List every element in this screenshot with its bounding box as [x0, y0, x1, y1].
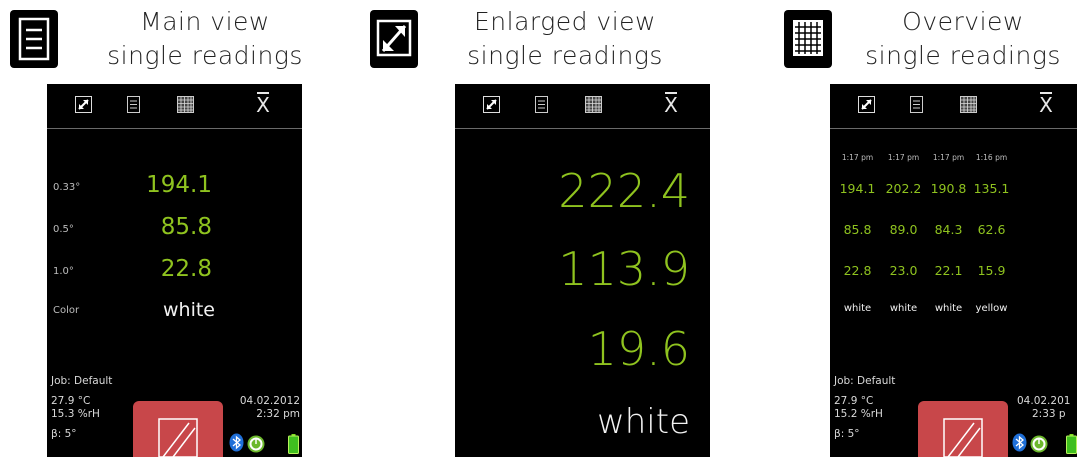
- enlarge-view-icon: [370, 10, 418, 68]
- list-view-icon[interactable]: [908, 96, 925, 113]
- panel-caption: Overview single readings: [848, 5, 1077, 73]
- beta-angle: β: 5°: [834, 428, 860, 440]
- battery-icon: [288, 434, 299, 454]
- overview-value: 194.1: [839, 181, 876, 196]
- job-label: Job: Default: [51, 375, 113, 387]
- caption-line-1: Enlarged view: [473, 7, 656, 36]
- mean-value-icon[interactable]: X: [661, 92, 681, 116]
- caption-line-2: single readings: [865, 41, 1061, 70]
- overview-value: 202.2: [885, 181, 922, 196]
- bluetooth-icon: [1012, 433, 1027, 452]
- overview-value: 22.1: [934, 263, 963, 278]
- time: 2:33 p: [1032, 408, 1066, 420]
- enlarged-reading: 222.4: [558, 164, 690, 218]
- list-view-icon[interactable]: [533, 96, 550, 113]
- caption-line-1: Overview: [902, 7, 1024, 36]
- overview-color: white: [843, 303, 872, 314]
- brand-logo[interactable]: [133, 401, 223, 457]
- reading-value: 22.8: [160, 256, 212, 282]
- grid-view-icon[interactable]: [177, 96, 194, 113]
- caption-line-2: single readings: [467, 41, 663, 70]
- grid-view-icon: [784, 10, 832, 68]
- reading-value: 85.8: [160, 214, 212, 240]
- date: 04.02.2012: [239, 395, 300, 407]
- enlarged-reading: 113.9: [558, 242, 690, 296]
- main-view-panel: Main view single readings X 0.33° 194.1 …: [0, 0, 340, 457]
- reading-value: 194.1: [146, 172, 212, 198]
- brand-logo[interactable]: [918, 401, 1008, 457]
- toolbar-divider: [455, 128, 710, 129]
- enlarged-reading: 19.6: [587, 322, 690, 376]
- battery-icon: [1066, 434, 1077, 454]
- enlarge-view-icon[interactable]: [858, 96, 875, 113]
- job-label: Job: Default: [834, 375, 896, 387]
- overview-color: white: [934, 303, 963, 314]
- overview-value: 135.1: [973, 181, 1010, 196]
- overview-value: 190.8: [930, 181, 967, 196]
- overview-value: 84.3: [934, 222, 963, 237]
- device-screen: X 1:17 pm 194.1 85.8 22.8 white 1:17 pm …: [830, 84, 1077, 457]
- column-time: 1:17 pm: [932, 153, 965, 162]
- toolbar: X: [455, 84, 710, 128]
- enlarge-view-icon[interactable]: [483, 96, 500, 113]
- column-time: 1:17 pm: [841, 153, 874, 162]
- overview-value: 15.9: [977, 263, 1006, 278]
- beta-angle: β: 5°: [51, 428, 77, 440]
- grid-view-icon[interactable]: [960, 96, 977, 113]
- reading-label: 1.0°: [53, 266, 74, 277]
- enlarged-color: white: [596, 402, 690, 442]
- panel-caption: Main view single readings: [70, 5, 340, 73]
- overview-value: 62.6: [977, 222, 1006, 237]
- overview-color: white: [889, 303, 918, 314]
- reading-label: 0.5°: [53, 224, 74, 235]
- toolbar: X: [47, 84, 302, 128]
- list-view-icon[interactable]: [125, 96, 142, 113]
- caption-line-2: single readings: [107, 41, 303, 70]
- mean-value-icon[interactable]: X: [1036, 92, 1056, 116]
- toolbar: X: [830, 84, 1077, 128]
- toolbar-divider: [47, 128, 302, 129]
- list-view-icon: [10, 10, 58, 68]
- color-label: Color: [53, 305, 80, 316]
- overview-value: 23.0: [889, 263, 918, 278]
- device-screen: X 222.4 113.9 19.6 white: [455, 84, 710, 457]
- caption-line-1: Main view: [140, 7, 270, 36]
- bluetooth-icon: [229, 433, 244, 452]
- panel-caption: Enlarged view single readings: [430, 5, 700, 73]
- enlarged-view-panel: Enlarged view single readings X 222.4 11…: [368, 0, 710, 457]
- mean-value-icon[interactable]: X: [253, 92, 273, 116]
- overview-value: 22.8: [843, 263, 872, 278]
- enlarge-view-icon[interactable]: [75, 96, 92, 113]
- column-time: 1:17 pm: [887, 153, 920, 162]
- overview-value: 89.0: [889, 222, 918, 237]
- overview-color: yellow: [975, 303, 1008, 314]
- reading-label: 0.33°: [53, 182, 81, 193]
- time: 2:32 pm: [256, 408, 300, 420]
- humidity: 15.3 %rH: [51, 408, 100, 420]
- grid-view-icon[interactable]: [585, 96, 602, 113]
- color-value: white: [163, 299, 215, 321]
- status-icon: [1030, 435, 1048, 453]
- overview-value: 85.8: [843, 222, 872, 237]
- column-time: 1:16 pm: [975, 153, 1008, 162]
- status-icon: [247, 435, 265, 453]
- humidity: 15.2 %rH: [834, 408, 883, 420]
- date: 04.02.201: [1017, 395, 1071, 407]
- overview-panel: Overview single readings X 1:17 pm 194.1…: [780, 0, 1077, 457]
- temperature: 27.9 °C: [834, 395, 874, 407]
- device-screen: X 0.33° 194.1 0.5° 85.8 1.0° 22.8 Color …: [47, 84, 302, 457]
- temperature: 27.9 °C: [51, 395, 91, 407]
- toolbar-divider: [830, 128, 1077, 129]
